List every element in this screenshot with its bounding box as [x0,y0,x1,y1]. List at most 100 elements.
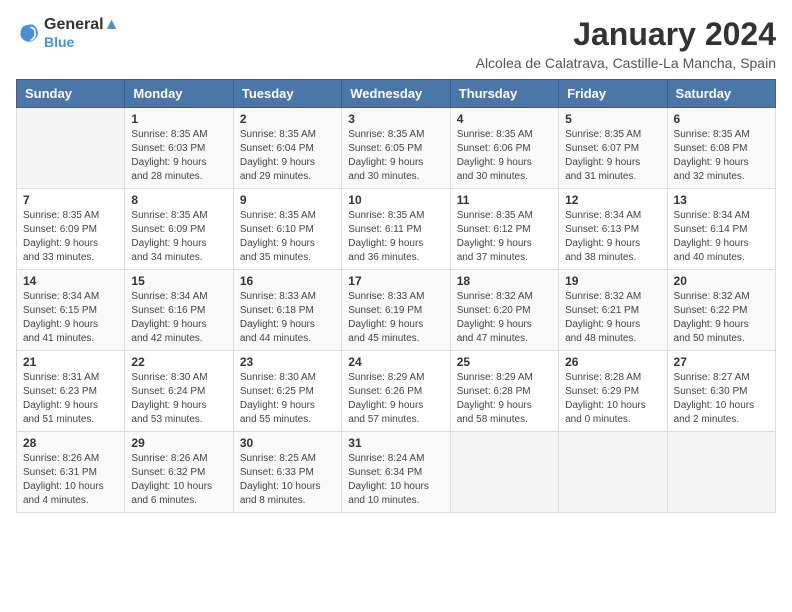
day-cell: 31Sunrise: 8:24 AM Sunset: 6:34 PM Dayli… [342,432,450,513]
day-cell: 8 Sunrise: 8:35 AM Sunset: 6:09 PM Daylig… [125,189,233,270]
day-info: Sunrise: 8:29 AM Sunset: 6:26 PM Dayligh… [348,371,443,427]
day-info: Sunrise: 8:34 AM Sunset: 6:16 PM Dayligh… [131,290,226,346]
day-number: 4 [457,112,552,126]
day-info: Sunrise: 8:35 AM Sunset: 6:05 PM Dayligh… [348,128,443,184]
day-number: 28 [23,436,118,450]
calendar-header: SundayMondayTuesdayWednesdayThursdayFrid… [17,80,776,108]
day-number: 8 [131,193,226,207]
header-cell-tuesday: Tuesday [233,80,341,108]
week-row-4: 21Sunrise: 8:31 AM Sunset: 6:23 PM Dayli… [17,351,776,432]
day-info: Sunrise: 8:34 AM Sunset: 6:14 PM Dayligh… [674,209,769,265]
calendar-table: SundayMondayTuesdayWednesdayThursdayFrid… [16,79,776,513]
month-title: January 2024 [476,16,776,53]
day-info: Sunrise: 8:35 AM Sunset: 6:12 PM Dayligh… [457,209,552,265]
day-info: Sunrise: 8:35 AM Sunset: 6:11 PM Dayligh… [348,209,443,265]
day-info: Sunrise: 8:26 AM Sunset: 6:31 PM Dayligh… [23,452,118,508]
header-cell-thursday: Thursday [450,80,558,108]
day-cell: 1 Sunrise: 8:35 AM Sunset: 6:03 PM Daylig… [125,108,233,189]
header-cell-wednesday: Wednesday [342,80,450,108]
day-info: Sunrise: 8:27 AM Sunset: 6:30 PM Dayligh… [674,371,769,427]
day-cell: 20Sunrise: 8:32 AM Sunset: 6:22 PM Dayli… [667,270,775,351]
day-cell: 14 Sunrise: 8:34 AM Sunset: 6:15 PM Dayli… [17,270,125,351]
day-info: Sunrise: 8:32 AM Sunset: 6:20 PM Dayligh… [457,290,552,346]
location-subtitle: Alcolea de Calatrava, Castille-La Mancha… [476,55,776,71]
logo-text: General▲ Blue [44,16,119,50]
day-number: 27 [674,355,769,369]
day-cell: 26 Sunrise: 8:28 AM Sunset: 6:29 PM Dayli… [559,351,667,432]
day-number: 23 [240,355,335,369]
day-cell: 28 Sunrise: 8:26 AM Sunset: 6:31 PM Dayli… [17,432,125,513]
day-number: 25 [457,355,552,369]
day-cell: 17 Sunrise: 8:33 AM Sunset: 6:19 PM Dayli… [342,270,450,351]
day-number: 20 [674,274,769,288]
day-number: 31 [348,436,443,450]
day-info: Sunrise: 8:25 AM Sunset: 6:33 PM Dayligh… [240,452,335,508]
day-info: Sunrise: 8:31 AM Sunset: 6:23 PM Dayligh… [23,371,118,427]
calendar-body: 1 Sunrise: 8:35 AM Sunset: 6:03 PM Daylig… [17,108,776,513]
day-info: Sunrise: 8:33 AM Sunset: 6:18 PM Dayligh… [240,290,335,346]
header-row: SundayMondayTuesdayWednesdayThursdayFrid… [17,80,776,108]
day-info: Sunrise: 8:34 AM Sunset: 6:13 PM Dayligh… [565,209,660,265]
day-number: 26 [565,355,660,369]
day-info: Sunrise: 8:35 AM Sunset: 6:09 PM Dayligh… [23,209,118,265]
header-cell-saturday: Saturday [667,80,775,108]
header-cell-sunday: Sunday [17,80,125,108]
day-cell: 13 Sunrise: 8:34 AM Sunset: 6:14 PM Dayli… [667,189,775,270]
day-number: 29 [131,436,226,450]
day-number: 1 [131,112,226,126]
day-cell: 18Sunrise: 8:32 AM Sunset: 6:20 PM Dayli… [450,270,558,351]
week-row-5: 28 Sunrise: 8:26 AM Sunset: 6:31 PM Dayli… [17,432,776,513]
page-header: General▲ Blue January 2024 Alcolea de Ca… [16,16,776,71]
day-number: 15 [131,274,226,288]
day-info: Sunrise: 8:33 AM Sunset: 6:19 PM Dayligh… [348,290,443,346]
week-row-3: 14 Sunrise: 8:34 AM Sunset: 6:15 PM Dayli… [17,270,776,351]
day-number: 12 [565,193,660,207]
logo-icon [16,21,40,45]
day-info: Sunrise: 8:35 AM Sunset: 6:03 PM Dayligh… [131,128,226,184]
day-number: 14 [23,274,118,288]
day-number: 22 [131,355,226,369]
day-number: 7 [23,193,118,207]
day-number: 6 [674,112,769,126]
day-cell: 25 Sunrise: 8:29 AM Sunset: 6:28 PM Dayli… [450,351,558,432]
day-number: 16 [240,274,335,288]
week-row-2: 7 Sunrise: 8:35 AM Sunset: 6:09 PM Daylig… [17,189,776,270]
header-cell-friday: Friday [559,80,667,108]
week-row-1: 1 Sunrise: 8:35 AM Sunset: 6:03 PM Daylig… [17,108,776,189]
day-info: Sunrise: 8:26 AM Sunset: 6:32 PM Dayligh… [131,452,226,508]
day-number: 11 [457,193,552,207]
day-number: 9 [240,193,335,207]
logo: General▲ Blue [16,16,119,50]
day-number: 3 [348,112,443,126]
day-number: 24 [348,355,443,369]
title-block: January 2024 Alcolea de Calatrava, Casti… [476,16,776,71]
day-number: 17 [348,274,443,288]
day-number: 19 [565,274,660,288]
day-number: 13 [674,193,769,207]
day-cell: 12 Sunrise: 8:34 AM Sunset: 6:13 PM Dayli… [559,189,667,270]
day-info: Sunrise: 8:30 AM Sunset: 6:25 PM Dayligh… [240,371,335,427]
day-cell: 24 Sunrise: 8:29 AM Sunset: 6:26 PM Dayli… [342,351,450,432]
day-info: Sunrise: 8:30 AM Sunset: 6:24 PM Dayligh… [131,371,226,427]
day-cell: 10 Sunrise: 8:35 AM Sunset: 6:11 PM Dayli… [342,189,450,270]
day-info: Sunrise: 8:35 AM Sunset: 6:04 PM Dayligh… [240,128,335,184]
day-cell: 2Sunrise: 8:35 AM Sunset: 6:04 PM Daylig… [233,108,341,189]
day-cell: 16 Sunrise: 8:33 AM Sunset: 6:18 PM Dayli… [233,270,341,351]
day-info: Sunrise: 8:35 AM Sunset: 6:06 PM Dayligh… [457,128,552,184]
day-info: Sunrise: 8:29 AM Sunset: 6:28 PM Dayligh… [457,371,552,427]
day-info: Sunrise: 8:35 AM Sunset: 6:09 PM Dayligh… [131,209,226,265]
day-number: 10 [348,193,443,207]
day-info: Sunrise: 8:32 AM Sunset: 6:21 PM Dayligh… [565,290,660,346]
day-info: Sunrise: 8:28 AM Sunset: 6:29 PM Dayligh… [565,371,660,427]
day-cell: 30Sunrise: 8:25 AM Sunset: 6:33 PM Dayli… [233,432,341,513]
day-cell: 27 Sunrise: 8:27 AM Sunset: 6:30 PM Dayli… [667,351,775,432]
day-cell: 22 Sunrise: 8:30 AM Sunset: 6:24 PM Dayli… [125,351,233,432]
day-info: Sunrise: 8:34 AM Sunset: 6:15 PM Dayligh… [23,290,118,346]
day-cell [450,432,558,513]
day-cell [559,432,667,513]
day-cell: 23 Sunrise: 8:30 AM Sunset: 6:25 PM Dayli… [233,351,341,432]
day-cell: 5Sunrise: 8:35 AM Sunset: 6:07 PM Daylig… [559,108,667,189]
day-info: Sunrise: 8:35 AM Sunset: 6:08 PM Dayligh… [674,128,769,184]
day-info: Sunrise: 8:35 AM Sunset: 6:07 PM Dayligh… [565,128,660,184]
day-cell: 6 Sunrise: 8:35 AM Sunset: 6:08 PM Daylig… [667,108,775,189]
